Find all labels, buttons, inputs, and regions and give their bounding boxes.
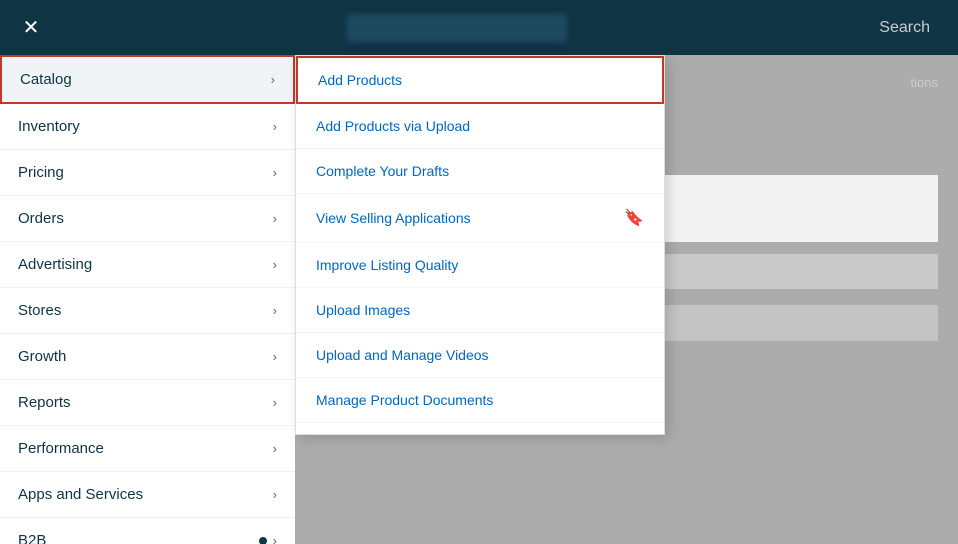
sidebar-item-right: › (259, 533, 277, 544)
sidebar-item-inventory[interactable]: Inventory › (0, 104, 295, 150)
chevron-right-icon: › (273, 119, 277, 134)
chevron-right-icon: › (273, 211, 277, 226)
logo-blur (347, 14, 567, 42)
submenu-item-label: Complete Your Drafts (316, 163, 449, 179)
chevron-right-icon: › (273, 487, 277, 502)
sidebar-item-label: Catalog (20, 71, 72, 88)
sidebar-item-growth[interactable]: Growth › (0, 334, 295, 380)
submenu-item-label: Add Products (318, 72, 402, 88)
submenu-item-add-products-upload[interactable]: Add Products via Upload (296, 104, 664, 149)
submenu-item-label: Manage Product Documents (316, 392, 493, 408)
sidebar-item-label: Reports (18, 394, 71, 411)
submenu-item-upload-images[interactable]: Upload Images (296, 288, 664, 333)
sidebar-item-label: B2B (18, 532, 46, 544)
chevron-right-icon: › (273, 165, 277, 180)
sidebar-item-label: Growth (18, 348, 66, 365)
sidebar-item-catalog[interactable]: Catalog › (0, 55, 295, 104)
sidebar-item-label: Pricing (18, 164, 64, 181)
chevron-right-icon: › (273, 395, 277, 410)
sidebar-item-label: Inventory (18, 118, 80, 135)
main-layout: Catalog › Inventory › Pricing › Orders ›… (0, 55, 958, 544)
submenu-item-add-products[interactable]: Add Products (296, 56, 664, 104)
header: ✕ Search (0, 0, 958, 55)
sidebar-item-label: Apps and Services (18, 486, 143, 503)
sidebar: Catalog › Inventory › Pricing › Orders ›… (0, 55, 295, 544)
sidebar-item-performance[interactable]: Performance › (0, 426, 295, 472)
submenu-item-label: Improve Listing Quality (316, 257, 458, 273)
chevron-right-icon: › (273, 303, 277, 318)
sidebar-item-label: Advertising (18, 256, 92, 273)
chevron-right-icon: › (271, 72, 275, 87)
sidebar-item-label: Performance (18, 440, 104, 457)
logo-area (46, 14, 867, 42)
close-button[interactable]: ✕ (16, 13, 46, 43)
sidebar-item-apps-services[interactable]: Apps and Services › (0, 472, 295, 518)
sidebar-item-b2b[interactable]: B2B › (0, 518, 295, 544)
chevron-right-icon: › (273, 349, 277, 364)
submenu-item-upload-videos[interactable]: Upload and Manage Videos (296, 333, 664, 378)
submenu-item-label: Upload Images (316, 302, 410, 318)
submenu-item-improve-listing[interactable]: Improve Listing Quality (296, 243, 664, 288)
sidebar-item-orders[interactable]: Orders › (0, 196, 295, 242)
sidebar-item-reports[interactable]: Reports › (0, 380, 295, 426)
submenu-item-label: Add Products via Upload (316, 118, 470, 134)
dot-indicator (259, 537, 267, 544)
sidebar-item-advertising[interactable]: Advertising › (0, 242, 295, 288)
sidebar-item-pricing[interactable]: Pricing › (0, 150, 295, 196)
search-button[interactable]: Search (867, 13, 942, 43)
bookmark-icon: 🔖 (624, 208, 644, 228)
sidebar-item-stores[interactable]: Stores › (0, 288, 295, 334)
sidebar-item-label: Stores (18, 302, 61, 319)
submenu-item-label: Upload and Manage Videos (316, 347, 489, 363)
chevron-right-icon: › (273, 257, 277, 272)
chevron-right-icon: › (273, 533, 277, 544)
submenu-item-label: View Selling Applications (316, 210, 471, 226)
chevron-right-icon: › (273, 441, 277, 456)
sidebar-item-label: Orders (18, 210, 64, 227)
close-icon: ✕ (23, 15, 40, 40)
submenu-item-view-selling[interactable]: View Selling Applications 🔖 (296, 194, 664, 243)
submenu-item-complete-drafts[interactable]: Complete Your Drafts (296, 149, 664, 194)
submenu-panel: Add Products Add Products via Upload Com… (295, 55, 665, 435)
submenu-item-manage-docs[interactable]: Manage Product Documents (296, 378, 664, 423)
